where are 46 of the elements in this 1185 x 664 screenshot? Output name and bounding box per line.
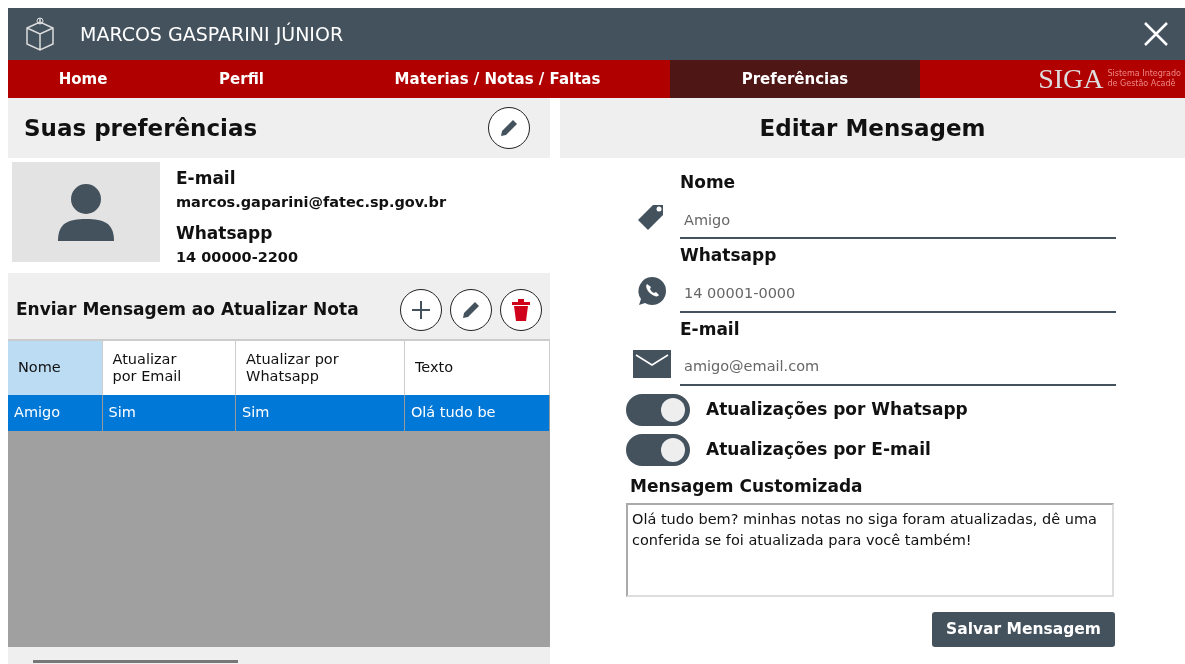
field-label: Nome [680, 171, 737, 194]
person-icon [58, 183, 114, 241]
logo-tagline: Sistema Integrado [1107, 68, 1181, 79]
toggle-label: Atualizações por E-mail [706, 438, 931, 461]
edit-button[interactable] [450, 288, 492, 331]
pencil-icon [498, 117, 520, 139]
table-cell: Olá tudo be [404, 394, 550, 431]
close-icon[interactable] [1143, 21, 1169, 47]
column-header[interactable]: Nome [8, 340, 102, 395]
window-title: MARCOS GASPARINI JÚNIOR [80, 21, 344, 47]
field-label: E-mail [176, 167, 237, 190]
email-text: marcos.gaparini@fatec.sp.gov.br [176, 192, 447, 212]
field-label: Whatsapp [176, 222, 274, 246]
plus-icon [410, 298, 432, 321]
toggle-switch[interactable] [626, 433, 690, 466]
whatsapp-icon [636, 274, 668, 307]
section-title: Enviar Mensagem ao Atualizar Nota [16, 297, 359, 321]
panel-title: Editar Mensagem [759, 113, 986, 143]
mail-icon [633, 349, 671, 378]
message-field[interactable]: Olá tudo bem? minhas notas no siga foram atualizadas, dê uma conferida se foi atualizada para você também! [626, 503, 1114, 598]
toggle-switch[interactable] [626, 393, 690, 426]
column-header[interactable]: Atualizar por Whatsapp [235, 340, 405, 395]
trash-icon [510, 297, 532, 322]
nav-tab[interactable]: Perfil [158, 60, 325, 98]
table-cell: Sim [102, 394, 236, 431]
field-label: Mensagem Customizada [630, 474, 864, 498]
logo-tagline: de Gestão Acadê [1107, 79, 1176, 90]
add-button[interactable] [400, 288, 442, 331]
field-label: Whatsapp [680, 244, 778, 268]
section-title: Suas preferências [24, 113, 258, 143]
nav-tab[interactable]: Home [8, 60, 158, 98]
table-cell: Amigo [8, 394, 102, 431]
scrollbar[interactable] [33, 659, 238, 663]
column-header[interactable]: Texto [404, 340, 550, 395]
column-header[interactable]: Atualizar por Email [102, 340, 236, 395]
edit-button[interactable] [488, 107, 530, 149]
delete-button[interactable] [500, 288, 542, 331]
toggle-label: Atualizações por Whatsapp [706, 398, 968, 421]
logo-icon [24, 16, 56, 52]
field-label: E-mail [680, 317, 741, 341]
nav-tab[interactable]: Preferências [670, 60, 920, 98]
phone-text: 14 00000-2200 [176, 247, 300, 267]
logo-wordmark: SIGA [1038, 65, 1104, 93]
save-button[interactable]: Salvar Mensagem [932, 611, 1115, 647]
nav-tab[interactable]: Materias / Notas / Faltas [325, 60, 670, 98]
table-cell: Sim [235, 394, 405, 431]
